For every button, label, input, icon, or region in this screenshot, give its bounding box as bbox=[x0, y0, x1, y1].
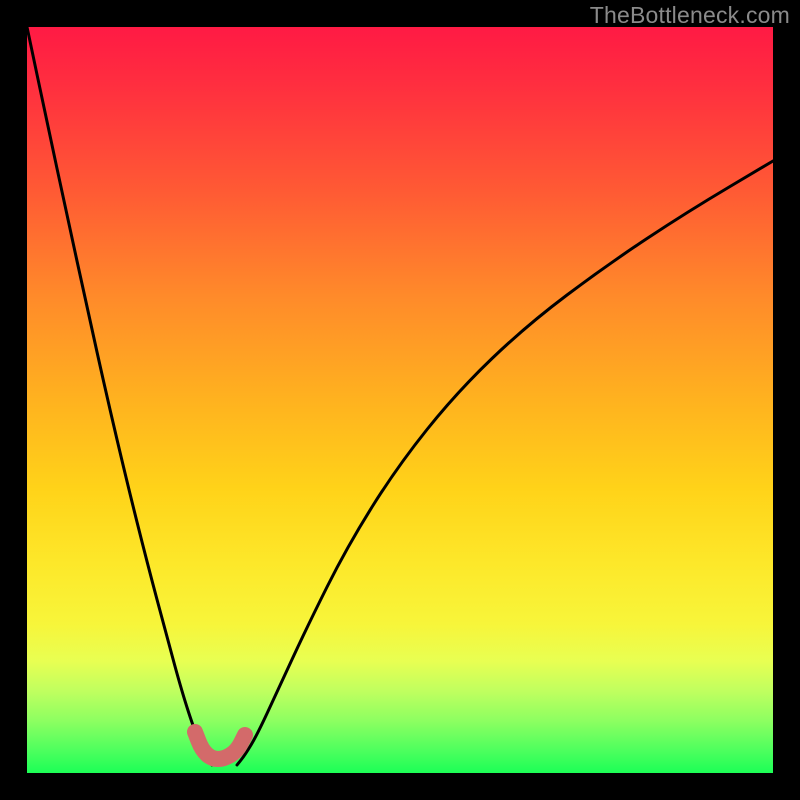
chart-curves bbox=[27, 27, 773, 773]
chart-plot-area bbox=[27, 27, 773, 773]
curve-left-branch bbox=[27, 27, 212, 765]
watermark-text: TheBottleneck.com bbox=[590, 2, 790, 29]
curve-bottom-arc bbox=[195, 732, 245, 759]
curve-right-branch bbox=[237, 161, 773, 765]
chart-frame: TheBottleneck.com bbox=[0, 0, 800, 800]
